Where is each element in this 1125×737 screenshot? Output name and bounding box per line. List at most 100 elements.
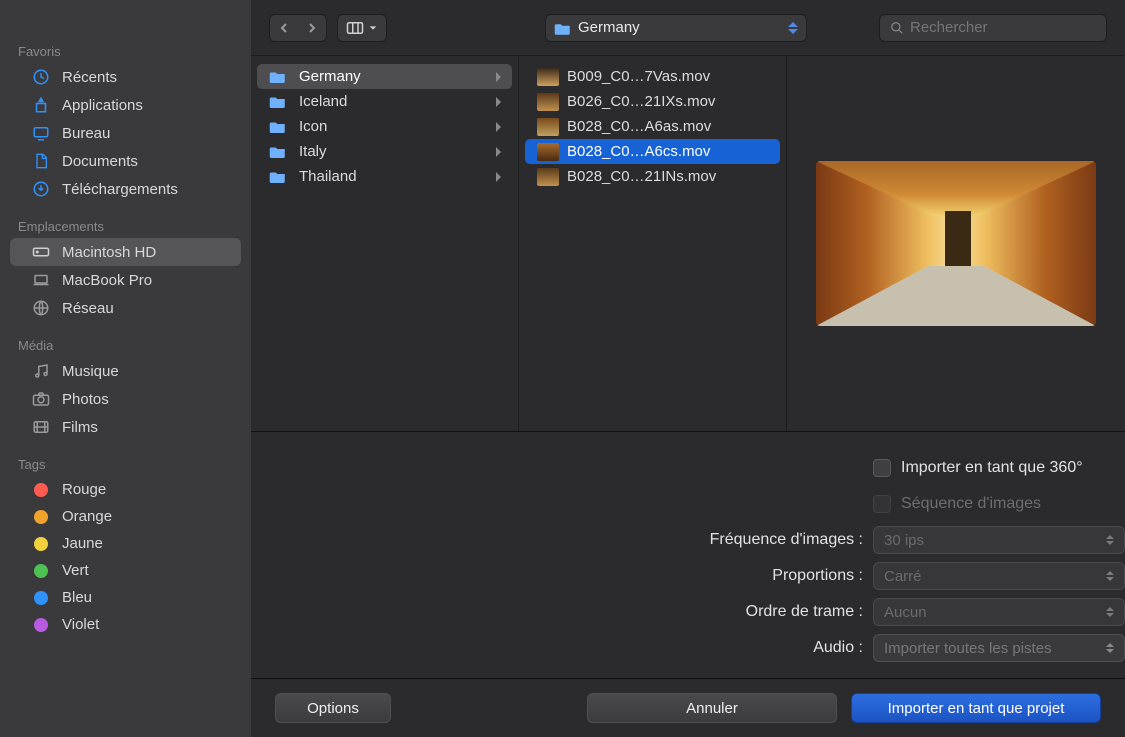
- video-thumb-icon: [537, 144, 559, 160]
- disk-icon: [30, 243, 52, 261]
- folder-icon: [554, 21, 572, 35]
- sidebar-item-label: Bureau: [62, 125, 110, 142]
- checkbox-icon: [873, 459, 891, 477]
- folder-row-iceland[interactable]: Iceland: [257, 89, 512, 114]
- sidebar-item-desktop[interactable]: Bureau: [10, 119, 241, 147]
- sidebar-item-label: MacBook Pro: [62, 272, 152, 289]
- section-emplacements: Emplacements: [0, 213, 251, 238]
- folder-row-italy[interactable]: Italy: [257, 139, 512, 164]
- popup-frame-rate[interactable]: 30 ips: [873, 526, 1125, 554]
- apps-icon: [30, 96, 52, 114]
- sidebar-item-network[interactable]: Réseau: [10, 294, 241, 322]
- chevron-right-icon: [494, 97, 502, 107]
- sidebar-item-label: Récents: [62, 69, 117, 86]
- folder-icon: [269, 69, 291, 85]
- section-tags: Tags: [0, 451, 251, 476]
- sidebar-tag-bleu[interactable]: Bleu: [10, 584, 241, 611]
- popup-value: Aucun: [884, 604, 927, 621]
- cancel-button[interactable]: Annuler: [587, 693, 837, 723]
- tag-dot-icon: [34, 510, 48, 524]
- globe-icon: [30, 299, 52, 317]
- file-row[interactable]: B026_C0…21IXs.mov: [525, 89, 780, 114]
- music-icon: [30, 362, 52, 380]
- sidebar-item-photos[interactable]: Photos: [10, 385, 241, 413]
- nav-arrows: [269, 14, 327, 42]
- popup-proportions[interactable]: Carré: [873, 562, 1125, 590]
- laptop-icon: [30, 271, 52, 289]
- row-label: Iceland: [299, 93, 347, 110]
- chevron-right-icon: [494, 72, 502, 82]
- checkbox-import-360[interactable]: Importer en tant que 360°: [873, 459, 1083, 477]
- folder-row-germany[interactable]: Germany: [257, 64, 512, 89]
- path-label: Germany: [578, 19, 640, 36]
- sidebar-item-music[interactable]: Musique: [10, 357, 241, 385]
- sidebar-item-macbook-pro[interactable]: MacBook Pro: [10, 266, 241, 294]
- checkbox-image-sequence: Séquence d'images: [873, 495, 1041, 513]
- popup-value: Carré: [884, 568, 922, 585]
- sidebar-item-macintosh-hd[interactable]: Macintosh HD: [10, 238, 241, 266]
- folder-column: Germany Iceland Icon Italy Thailand: [251, 56, 519, 431]
- label-field-order: Ordre de trame :: [251, 603, 873, 621]
- back-button[interactable]: [270, 15, 298, 41]
- tag-dot-icon: [34, 564, 48, 578]
- view-mode-button[interactable]: [337, 14, 387, 42]
- popup-audio[interactable]: Importer toutes les pistes: [873, 634, 1125, 662]
- section-media: Média: [0, 332, 251, 357]
- clock-icon: [30, 68, 52, 86]
- row-label: B009_C0…7Vas.mov: [567, 68, 710, 85]
- video-thumb-icon: [537, 94, 559, 110]
- sidebar-item-label: Violet: [62, 616, 99, 633]
- sidebar-tag-rouge[interactable]: Rouge: [10, 476, 241, 503]
- file-row[interactable]: B028_C0…A6as.mov: [525, 114, 780, 139]
- file-row-selected[interactable]: B028_C0…A6cs.mov: [525, 139, 780, 164]
- sidebar-item-label: Documents: [62, 153, 138, 170]
- row-label: B028_C0…A6cs.mov: [567, 143, 710, 160]
- options-button[interactable]: Options: [275, 693, 391, 723]
- preview-image: [816, 161, 1096, 326]
- sidebar-tag-vert[interactable]: Vert: [10, 557, 241, 584]
- sidebar-item-label: Jaune: [62, 535, 103, 552]
- sidebar-tag-violet[interactable]: Violet: [10, 611, 241, 638]
- section-favoris: Favoris: [0, 38, 251, 63]
- row-label: B028_C0…A6as.mov: [567, 118, 711, 135]
- desktop-icon: [30, 124, 52, 142]
- video-thumb-icon: [537, 69, 559, 85]
- camera-icon: [30, 390, 52, 408]
- search-field[interactable]: [879, 14, 1107, 42]
- folder-row-icon[interactable]: Icon: [257, 114, 512, 139]
- row-label: Italy: [299, 143, 327, 160]
- sidebar-item-recents[interactable]: Récents: [10, 63, 241, 91]
- file-row[interactable]: B009_C0…7Vas.mov: [525, 64, 780, 89]
- forward-button[interactable]: [298, 15, 326, 41]
- import-button[interactable]: Importer en tant que projet: [851, 693, 1101, 723]
- search-input[interactable]: [910, 19, 1096, 36]
- sidebar-item-downloads[interactable]: Téléchargements: [10, 175, 241, 203]
- row-label: B026_C0…21IXs.mov: [567, 93, 715, 110]
- row-label: Thailand: [299, 168, 357, 185]
- sidebar-item-label: Macintosh HD: [62, 244, 156, 261]
- sidebar-item-label: Téléchargements: [62, 181, 178, 198]
- sidebar-tag-jaune[interactable]: Jaune: [10, 530, 241, 557]
- sidebar-item-applications[interactable]: Applications: [10, 91, 241, 119]
- popup-arrows-icon: [1106, 535, 1114, 545]
- sidebar-item-documents[interactable]: Documents: [10, 147, 241, 175]
- chevron-right-icon: [494, 172, 502, 182]
- chevron-right-icon: [494, 147, 502, 157]
- folder-row-thailand[interactable]: Thailand: [257, 164, 512, 189]
- popup-arrows-icon: [788, 22, 798, 34]
- label-frame-rate: Fréquence d'images :: [251, 531, 873, 549]
- sidebar-tag-orange[interactable]: Orange: [10, 503, 241, 530]
- popup-value: 30 ips: [884, 532, 924, 549]
- video-thumb-icon: [537, 119, 559, 135]
- sidebar: Favoris Récents Applications Bureau Docu…: [0, 0, 251, 737]
- path-popup[interactable]: Germany: [545, 14, 807, 42]
- film-icon: [30, 418, 52, 436]
- file-row[interactable]: B028_C0…21INs.mov: [525, 164, 780, 189]
- popup-arrows-icon: [1106, 607, 1114, 617]
- document-icon: [30, 152, 52, 170]
- popup-field-order[interactable]: Aucun: [873, 598, 1125, 626]
- popup-value: Importer toutes les pistes: [884, 640, 1052, 657]
- row-label: Icon: [299, 118, 327, 135]
- checkbox-label: Importer en tant que 360°: [901, 459, 1083, 477]
- sidebar-item-films[interactable]: Films: [10, 413, 241, 441]
